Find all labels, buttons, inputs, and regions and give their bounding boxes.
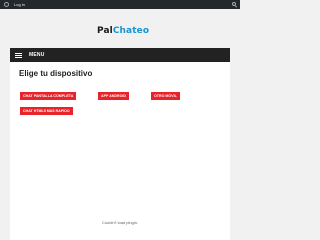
site-logo[interactable]: PalChateo [97,26,149,36]
menu-toggle[interactable]: MENU [10,48,230,62]
logo-text-part2: Chateo [112,26,150,36]
android-app-button[interactable]: APP ANDROID [98,92,129,100]
menu-label: MENU [29,52,45,58]
search-icon[interactable] [232,2,236,6]
wordpress-icon[interactable] [4,2,9,7]
admin-bar: Log in [0,0,240,9]
other-mobile-button[interactable]: OTRO MÓVIL [151,92,180,100]
logo-text-part1: Pal [97,26,113,36]
chat-html5-button[interactable]: CHAT HTML5 MAS RAPIDO [20,107,73,115]
content-card: MENU Elige tu dispositivo CHAT PANTALLA … [10,48,230,240]
page-title: Elige tu dispositivo [19,69,93,78]
plugin-error-message: Couldn't load plugin. [101,220,139,225]
hamburger-icon [15,52,22,58]
login-link[interactable]: Log in [14,2,25,7]
chat-fullscreen-button[interactable]: CHAT PANTALLA COMPLETA [20,92,77,100]
